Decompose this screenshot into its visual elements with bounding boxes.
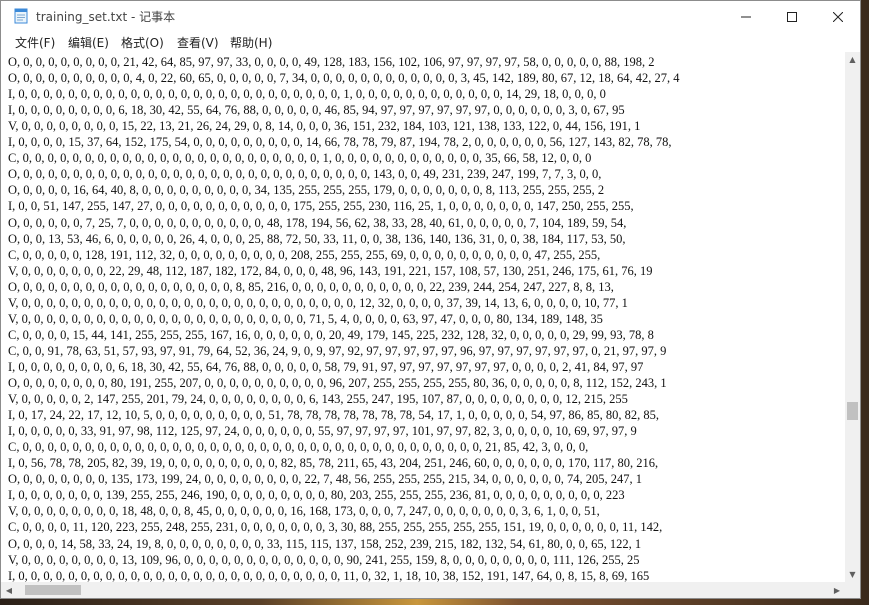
maximize-button[interactable]: [769, 1, 815, 32]
horizontal-scroll-thumb[interactable]: [25, 585, 81, 595]
scroll-down-button[interactable]: ▼: [845, 567, 860, 582]
vertical-scrollbar[interactable]: ▲ ▼: [845, 52, 860, 582]
horizontal-scrollbar[interactable]: ◀ ▶: [1, 582, 845, 598]
scroll-up-button[interactable]: ▲: [845, 52, 860, 67]
maximize-icon: [787, 11, 797, 22]
text-line: I, 0, 0, 0, 0, 0, 0, 0, 0, 0, 0, 0, 0, 0…: [8, 568, 650, 582]
chevron-left-icon: ◀: [5, 585, 13, 595]
notepad-icon: [14, 8, 28, 24]
title-bar[interactable]: training_set.txt - 记事本: [1, 1, 860, 32]
notepad-window: training_set.txt - 记事本 文件(F) 编辑(E) 格式(O)…: [0, 0, 861, 599]
close-button[interactable]: [815, 1, 860, 32]
menu-file[interactable]: 文件(F): [15, 34, 55, 51]
window-title: training_set.txt - 记事本: [36, 10, 176, 24]
text-editor[interactable]: O, 0, 0, 0, 0, 0, 0, 0, 0, 21, 42, 64, 8…: [1, 52, 845, 582]
menu-bar: 文件(F) 编辑(E) 格式(O) 查看(V) 帮助(H): [1, 32, 860, 52]
chevron-up-icon: ▲: [849, 55, 856, 64]
menu-help[interactable]: 帮助(H): [230, 34, 272, 51]
close-icon: [833, 11, 843, 22]
menu-view[interactable]: 查看(V): [177, 34, 219, 51]
minimize-button[interactable]: [723, 1, 769, 32]
scroll-right-button[interactable]: ▶: [829, 582, 845, 598]
vertical-scroll-thumb[interactable]: [847, 402, 858, 420]
scrollbar-corner: [845, 582, 860, 598]
chevron-right-icon: ▶: [833, 585, 841, 595]
minimize-icon: [741, 16, 751, 17]
scroll-left-button[interactable]: ◀: [1, 582, 17, 598]
menu-edit[interactable]: 编辑(E): [68, 34, 109, 51]
chevron-down-icon: ▼: [849, 570, 856, 579]
menu-format[interactable]: 格式(O): [121, 34, 164, 51]
